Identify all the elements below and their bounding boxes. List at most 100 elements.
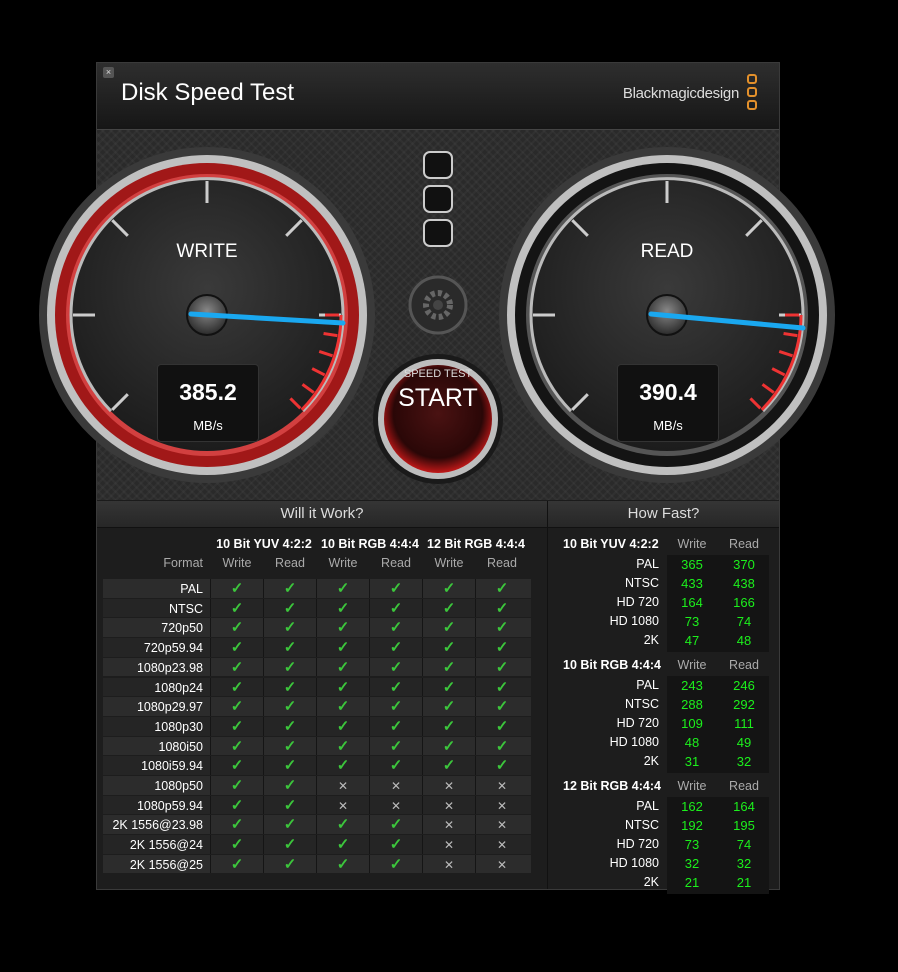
check-icon: ✓: [495, 717, 509, 735]
gauge-panel: WRITE READ 385.2 MB/s 390.4 MB/s SPEED T…: [39, 130, 835, 500]
cross-icon: ✕: [390, 798, 402, 813]
check-icon: ✓: [495, 580, 509, 597]
check-icon: ✓: [442, 698, 456, 716]
write-column-header: Write: [677, 658, 707, 672]
check-icon: ✓: [336, 836, 350, 854]
cross-icon: ✕: [496, 838, 508, 853]
row-format-label: 720p59.94: [143, 641, 203, 656]
write-speed-cell: 109: [681, 716, 703, 731]
check-icon: ✓: [230, 836, 244, 854]
speed-row-label: NTSC: [624, 576, 659, 590]
check-icon: ✓: [230, 855, 244, 873]
start-button[interactable]: SPEED TEST START: [384, 356, 492, 464]
speed-row-label: 2K: [643, 633, 659, 647]
write-column-header: Write: [677, 537, 707, 551]
start-button-label: START: [398, 384, 478, 412]
speed-row-label: HD 1080: [609, 614, 659, 628]
write-speed-cell: 32: [684, 856, 700, 871]
check-icon: ✓: [442, 619, 456, 637]
speed-row-label: 2K: [643, 875, 659, 889]
check-icon: ✓: [230, 698, 244, 716]
row-format-label: 1080p23.98: [136, 660, 203, 675]
speed-row-label: PAL: [636, 799, 659, 813]
write-speed-cell: 192: [681, 818, 703, 833]
write-speed-cell: 73: [684, 614, 700, 629]
gauges-graphic: [39, 147, 835, 484]
check-icon: ✓: [442, 580, 456, 597]
check-icon: ✓: [389, 836, 403, 854]
app-window: × Disk Speed Test Blackmagicdesign WRITE…: [39, 62, 835, 894]
check-icon: ✓: [389, 698, 403, 716]
speed-row-label: HD 720: [616, 837, 659, 851]
check-icon: ✓: [230, 619, 244, 637]
check-icon: ✓: [283, 855, 297, 873]
read-speed-cell: 292: [733, 697, 755, 712]
check-icon: ✓: [230, 777, 244, 794]
check-icon: ✓: [389, 639, 403, 657]
cross-icon: ✕: [443, 818, 455, 833]
cross-icon: ✕: [443, 857, 455, 872]
speed-row-label: HD 1080: [609, 856, 659, 870]
status-lights: [423, 151, 453, 247]
cross-icon: ✕: [337, 798, 349, 813]
results-panel: Will it Work? How Fast? 10 Bit YUV 4:2:2…: [97, 501, 779, 894]
write-speed-cell: 162: [681, 799, 703, 814]
column-header: Write: [434, 556, 464, 570]
speed-row-label: 2K: [643, 754, 659, 768]
read-speed-cell: 164: [733, 799, 755, 814]
check-icon: ✓: [283, 777, 297, 794]
check-icon: ✓: [389, 737, 403, 755]
check-icon: ✓: [389, 678, 403, 696]
read-speed-unit: MB/s: [653, 418, 683, 433]
check-icon: ✓: [283, 737, 297, 755]
write-readout: 385.2 MB/s: [157, 364, 259, 442]
cross-icon: ✕: [496, 818, 508, 833]
check-icon: ✓: [442, 737, 456, 755]
write-speed-cell: 31: [684, 754, 700, 769]
how-fast-heading: How Fast?: [548, 501, 779, 528]
read-speed-cell: 32: [736, 856, 752, 871]
cross-icon: ✕: [496, 798, 508, 813]
check-icon: ✓: [230, 678, 244, 696]
check-icon: ✓: [442, 658, 456, 676]
check-icon: ✓: [336, 698, 350, 716]
cross-icon: ✕: [496, 857, 508, 872]
check-icon: ✓: [389, 658, 403, 676]
check-icon: ✓: [442, 639, 456, 657]
cross-icon: ✕: [443, 798, 455, 813]
check-icon: ✓: [283, 836, 297, 854]
read-speed-cell: 111: [734, 716, 754, 731]
check-icon: ✓: [442, 717, 456, 735]
row-format-label: 2K 1556@24: [129, 838, 203, 853]
format-group-header: 10 Bit RGB 4:4:4: [321, 537, 419, 551]
read-speed-cell: 438: [733, 576, 755, 591]
check-icon: ✓: [336, 599, 350, 617]
row-format-label: 1080i59.94: [141, 759, 203, 774]
check-icon: ✓: [283, 580, 297, 597]
gear-icon[interactable]: [408, 275, 468, 335]
read-speed-cell: 195: [733, 818, 755, 833]
start-button-sublabel: SPEED TEST: [403, 368, 473, 380]
check-icon: ✓: [230, 757, 244, 775]
check-icon: ✓: [336, 619, 350, 637]
check-icon: ✓: [230, 737, 244, 755]
check-icon: ✓: [442, 599, 456, 617]
row-format-label: 2K 1556@25: [129, 857, 203, 872]
will-it-work-heading: Will it Work?: [97, 501, 547, 528]
write-speed-cell: 288: [681, 697, 703, 712]
check-icon: ✓: [495, 757, 509, 775]
speed-row-label: NTSC: [624, 697, 659, 711]
speed-group-header: 12 Bit RGB 4:4:4: [563, 779, 661, 793]
check-icon: ✓: [230, 580, 244, 597]
row-format-label: PAL: [180, 582, 203, 596]
row-format-label: 1080p50: [154, 779, 203, 793]
check-icon: ✓: [230, 816, 244, 834]
check-icon: ✓: [336, 855, 350, 873]
write-speed-cell: 243: [681, 678, 703, 693]
speed-row-label: HD 720: [616, 716, 659, 730]
write-speed-cell: 48: [684, 735, 700, 750]
check-icon: ✓: [283, 757, 297, 775]
speed-row-label: PAL: [636, 557, 659, 571]
speed-row-label: NTSC: [624, 818, 659, 832]
read-column-header: Read: [729, 658, 759, 672]
